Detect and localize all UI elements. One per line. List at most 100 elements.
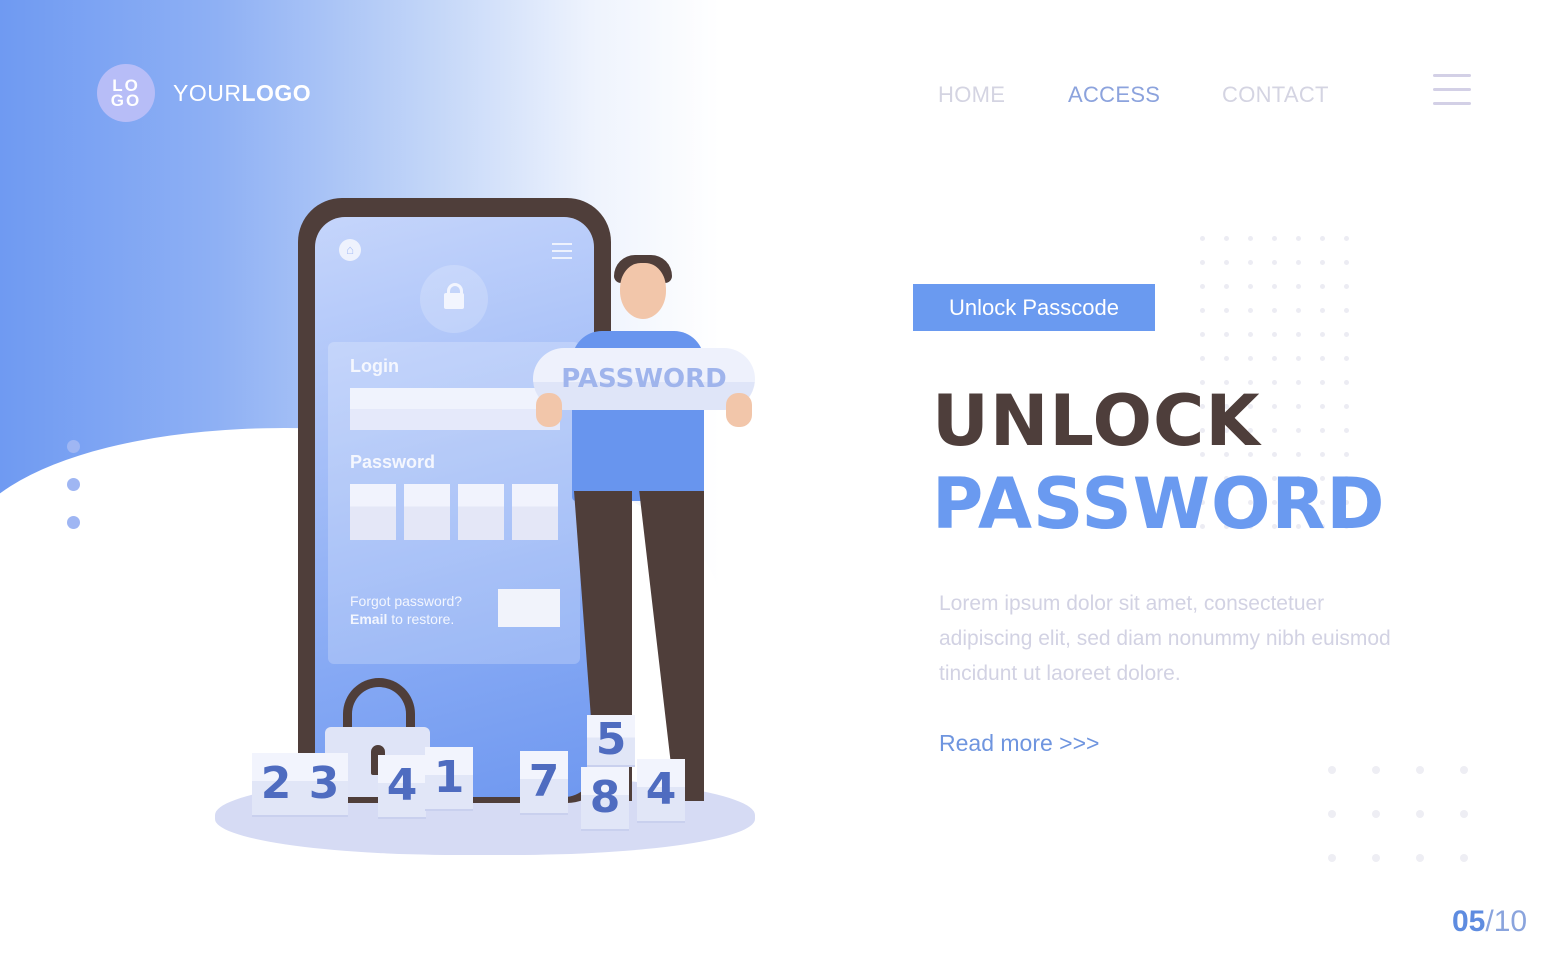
dot xyxy=(1344,284,1349,289)
lock-icon-circle xyxy=(420,265,488,333)
dot xyxy=(1416,766,1424,774)
dot xyxy=(1296,284,1301,289)
hamburger-icon[interactable] xyxy=(1433,74,1471,108)
menu-icon xyxy=(552,243,572,264)
nav-home[interactable]: HOME xyxy=(938,82,1005,108)
dot xyxy=(1416,854,1424,862)
dot xyxy=(1296,404,1301,409)
dot xyxy=(1320,236,1325,241)
dot xyxy=(1296,236,1301,241)
dot xyxy=(1224,236,1229,241)
page-indicator: 05/10 xyxy=(1452,905,1527,939)
person-hand-right xyxy=(726,393,752,427)
dot xyxy=(1344,308,1349,313)
dot xyxy=(1200,308,1205,313)
dot xyxy=(1272,404,1277,409)
dot xyxy=(1200,356,1205,361)
pin-box xyxy=(512,484,558,540)
password-label: Password xyxy=(350,452,436,472)
dot xyxy=(1320,356,1325,361)
person-head xyxy=(620,263,666,319)
hero-tag: Unlock Passcode xyxy=(913,284,1155,331)
dot xyxy=(1272,356,1277,361)
number-tile: 2 xyxy=(252,753,300,815)
dot xyxy=(1328,854,1336,862)
number-tile: 3 xyxy=(300,753,348,815)
dot xyxy=(1248,332,1253,337)
dot xyxy=(1224,308,1229,313)
read-more-link[interactable]: Read more >>> xyxy=(939,730,1099,757)
dot xyxy=(1296,356,1301,361)
person-hand-left xyxy=(536,393,562,427)
dot xyxy=(1344,428,1349,433)
dot xyxy=(1328,766,1336,774)
dot xyxy=(1296,380,1301,385)
dot xyxy=(1320,332,1325,337)
number-tile: 5 xyxy=(587,715,635,765)
pin-box xyxy=(350,484,396,540)
nav-access[interactable]: ACCESS xyxy=(1068,82,1160,108)
dot xyxy=(1272,284,1277,289)
page-current: 05 xyxy=(1452,905,1486,938)
dot xyxy=(1344,356,1349,361)
hero-title-line2: PASSWORD xyxy=(932,463,1386,545)
logo-badge: LO GO xyxy=(97,64,155,122)
logo[interactable]: LO GO YOURLOGO xyxy=(97,64,311,122)
dot xyxy=(1416,810,1424,818)
pin-box xyxy=(458,484,504,540)
dot xyxy=(1248,236,1253,241)
dot xyxy=(1272,380,1277,385)
dot xyxy=(1200,332,1205,337)
number-tile: 8 xyxy=(581,767,629,829)
login-field xyxy=(350,388,560,430)
forgot-rest: to restore. xyxy=(387,611,455,627)
dot xyxy=(1200,236,1205,241)
dot xyxy=(1296,260,1301,265)
illustration: ⌂ Login Password Forgot password? Email … xyxy=(200,195,770,865)
forgot-password-text: Forgot password? Email to restore. xyxy=(350,592,462,628)
dot xyxy=(1320,308,1325,313)
dot xyxy=(1248,356,1253,361)
dot xyxy=(1372,766,1380,774)
hero-title-line1: UNLOCK xyxy=(932,380,1261,462)
home-icon: ⌂ xyxy=(339,239,361,261)
dot xyxy=(1272,236,1277,241)
login-label: Login xyxy=(350,356,399,376)
dot xyxy=(1320,452,1325,457)
dot xyxy=(1224,284,1229,289)
dot xyxy=(1320,404,1325,409)
forgot-line1: Forgot password? xyxy=(350,593,463,609)
dot-grid-decoration-bottom xyxy=(1328,766,1468,862)
forgot-email-bold: Email xyxy=(350,611,388,627)
dot xyxy=(1344,452,1349,457)
dot xyxy=(1224,356,1229,361)
dot xyxy=(1296,308,1301,313)
dot xyxy=(1272,428,1277,433)
dot xyxy=(1296,428,1301,433)
dot xyxy=(1344,404,1349,409)
dot xyxy=(1372,810,1380,818)
dot xyxy=(1248,284,1253,289)
person-leg-right xyxy=(632,491,704,801)
side-dots-decoration xyxy=(67,440,80,554)
nav-contact[interactable]: CONTACT xyxy=(1222,82,1329,108)
logo-badge-line2: GO xyxy=(110,91,142,110)
number-tile: 4 xyxy=(637,759,685,821)
number-tile: 1 xyxy=(425,747,473,809)
dot xyxy=(1344,332,1349,337)
logo-text: YOURLOGO xyxy=(173,80,311,107)
dot xyxy=(1320,380,1325,385)
dot xyxy=(1320,260,1325,265)
envelope-icon xyxy=(498,589,560,627)
dot xyxy=(1460,810,1468,818)
dot xyxy=(1272,332,1277,337)
dot xyxy=(1224,260,1229,265)
dot xyxy=(1328,810,1336,818)
dot xyxy=(1344,260,1349,265)
dot xyxy=(1460,854,1468,862)
dot xyxy=(1460,766,1468,774)
page-total: /10 xyxy=(1485,905,1528,938)
dot xyxy=(1372,854,1380,862)
number-tile: 7 xyxy=(520,751,568,813)
dot xyxy=(1296,452,1301,457)
